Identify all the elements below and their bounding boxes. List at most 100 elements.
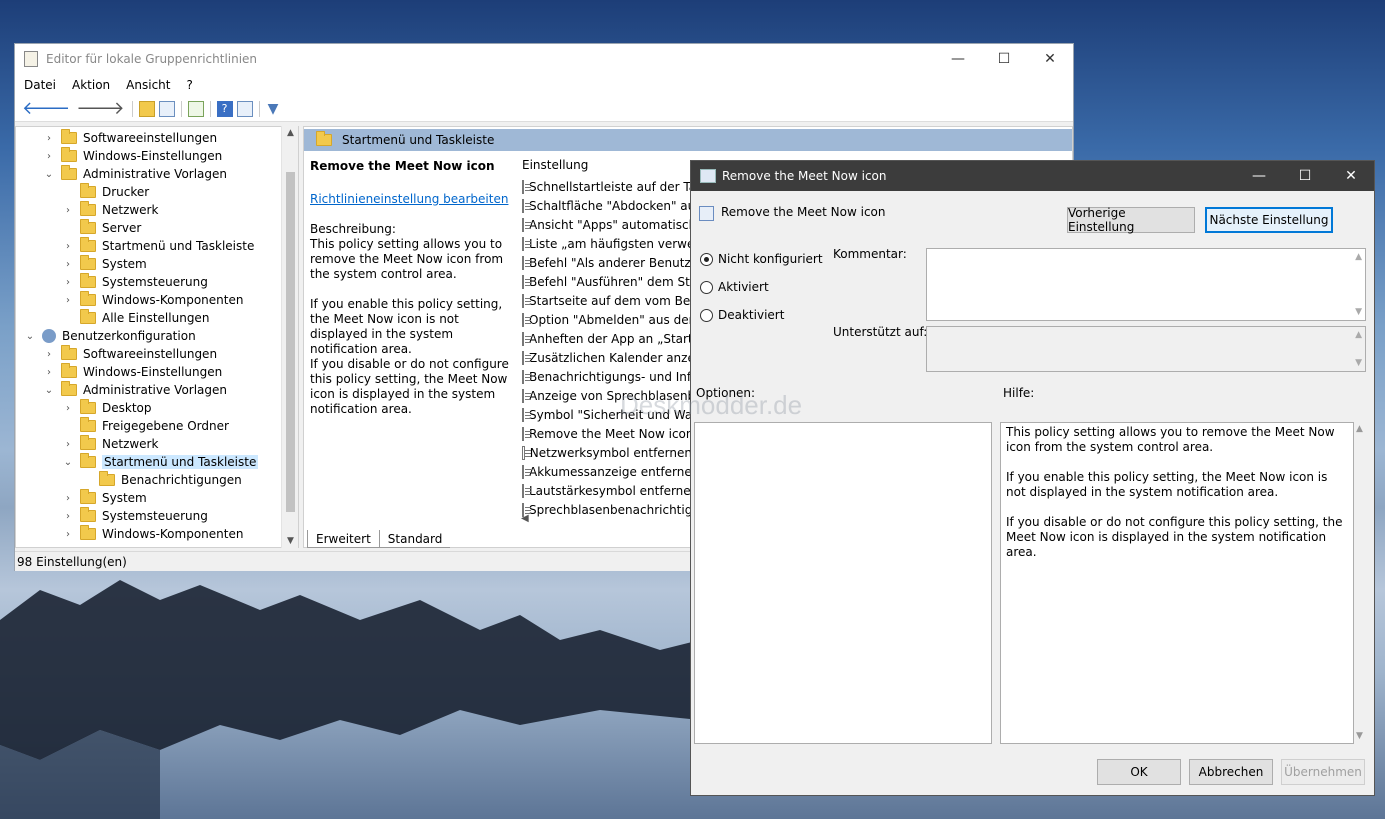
chevron-right-icon[interactable]: ›	[62, 511, 74, 522]
radio-disabled[interactable]: Deaktiviert	[700, 308, 784, 322]
cancel-button[interactable]: Abbrechen	[1189, 759, 1273, 785]
ok-button[interactable]: OK	[1097, 759, 1181, 785]
dialog-maximize-icon[interactable]: ☐	[1282, 161, 1328, 191]
menu-aktion[interactable]: Aktion	[72, 78, 110, 92]
chevron-right-icon[interactable]: ›	[62, 529, 74, 540]
tree-item[interactable]: › Systemsteuerung	[62, 507, 208, 525]
dialog-minimize-icon[interactable]: —	[1236, 161, 1282, 191]
forward-arrow-icon[interactable]: 🡒	[76, 98, 124, 119]
chevron-down-icon[interactable]: ⌄	[62, 457, 74, 468]
comment-field[interactable]: ▲ ▼	[926, 248, 1366, 321]
tree-item[interactable]: ⌄ Administrative Vorlagen	[43, 165, 227, 183]
tree-item[interactable]: › Windows-Komponenten	[62, 525, 243, 543]
tree-item[interactable]: › Startmenü und Taskleiste	[62, 237, 254, 255]
chevron-right-icon[interactable]: ›	[62, 277, 74, 288]
setting-list-item[interactable]: Option "Abmelden" aus dem	[522, 310, 692, 329]
filter-icon[interactable]: ▼	[268, 101, 279, 117]
previous-setting-button[interactable]: Vorherige Einstellung	[1067, 206, 1195, 234]
up-folder-icon[interactable]	[138, 100, 155, 117]
tree-item[interactable]: Server	[62, 219, 141, 237]
list-hscroll-left-icon[interactable]: ◀	[521, 513, 529, 524]
tab-erweitert[interactable]: Erweitert	[307, 530, 380, 548]
edit-policy-link[interactable]: Richtlinieneinstellung bearbeiten	[310, 192, 508, 206]
chevron-right-icon[interactable]: ›	[62, 403, 74, 414]
dialog-titlebar[interactable]: Remove the Meet Now icon — ☐ ✕	[691, 161, 1374, 191]
chevron-down-icon[interactable]: ⌄	[43, 169, 55, 180]
tree-item[interactable]: Benachrichtigungen	[81, 471, 242, 489]
list-column-header[interactable]: Einstellung	[522, 158, 588, 172]
chevron-right-icon[interactable]: ›	[62, 259, 74, 270]
maximize-icon[interactable]: ☐	[981, 44, 1027, 74]
chevron-down-icon[interactable]: ⌄	[24, 331, 36, 342]
tree-item[interactable]: › Windows-Komponenten	[62, 291, 243, 309]
tree-item[interactable]: › Desktop	[62, 399, 152, 417]
tree-item[interactable]: › Netzwerk	[62, 435, 158, 453]
setting-list-item[interactable]: Befehl "Ausführen" dem Start	[522, 272, 692, 291]
help-scroll-up-icon[interactable]: ▲	[1356, 424, 1363, 434]
chevron-right-icon[interactable]: ›	[62, 493, 74, 504]
dialog-close-icon[interactable]: ✕	[1328, 161, 1374, 191]
setting-list-item[interactable]: Liste „am häufigsten verwendet	[522, 234, 692, 253]
tree-item[interactable]: ⌄ Benutzerkonfiguration	[24, 327, 196, 345]
tree-item[interactable]: › Windows-Einstellungen	[43, 147, 222, 165]
next-setting-button[interactable]: Nächste Einstellung	[1205, 207, 1333, 233]
menu-datei[interactable]: Datei	[24, 78, 56, 92]
minimize-icon[interactable]: —	[935, 44, 981, 74]
radio-circle[interactable]	[700, 280, 713, 294]
back-arrow-icon[interactable]: 🡐	[22, 98, 70, 119]
chevron-right-icon[interactable]: ›	[43, 133, 55, 144]
setting-list-item[interactable]: Startseite auf dem vom Benutzer	[522, 291, 692, 310]
tree-item[interactable]: ⌄ Administrative Vorlagen	[43, 381, 227, 399]
chevron-down-icon[interactable]: ⌄	[43, 385, 55, 396]
chevron-right-icon[interactable]: ›	[62, 205, 74, 216]
gpedit-titlebar[interactable]: Editor für lokale Gruppenrichtlinien — ☐…	[15, 44, 1073, 74]
close-icon[interactable]: ✕	[1027, 44, 1073, 74]
tree-item[interactable]: Alle Einstellungen	[62, 309, 209, 327]
setting-list-item[interactable]: Sprechblasenbenachrichtigun	[522, 500, 692, 519]
export-list-icon[interactable]	[187, 100, 204, 117]
setting-list-item[interactable]: Ansicht "Apps" automatisch	[522, 215, 692, 234]
tree-item[interactable]: › Systemsteuerung	[62, 273, 208, 291]
show-hide-tree-icon[interactable]	[158, 100, 175, 117]
chevron-right-icon[interactable]: ›	[62, 439, 74, 450]
setting-list-item[interactable]: Befehl "Als anderer Benutzer	[522, 253, 692, 272]
supported-scroll-up-icon[interactable]: ▲	[1355, 330, 1362, 340]
menu-help[interactable]: ?	[186, 78, 192, 92]
chevron-right-icon[interactable]: ›	[62, 295, 74, 306]
tree-item[interactable]: › Softwareeinstellungen	[43, 129, 217, 147]
chevron-right-icon[interactable]: ›	[43, 349, 55, 360]
tab-standard[interactable]: Standard	[379, 530, 451, 548]
setting-list-item[interactable]: Benachrichtigungs- und Info	[522, 367, 692, 386]
radio-circle[interactable]	[700, 308, 713, 322]
tree-item[interactable]: › Softwareeinstellungen	[43, 345, 217, 363]
radio-circle[interactable]	[700, 252, 713, 266]
chevron-right-icon[interactable]: ›	[43, 151, 55, 162]
setting-list-item[interactable]: Akkumessanzeige entfernen	[522, 462, 692, 481]
chevron-right-icon[interactable]: ›	[62, 241, 74, 252]
setting-list-item[interactable]: Zusätzlichen Kalender anzeigen	[522, 348, 692, 367]
scroll-up-icon[interactable]: ▲	[282, 128, 299, 138]
tree-item[interactable]: ⌄ Startmenü und Taskleiste	[62, 453, 259, 471]
radio-enabled[interactable]: Aktiviert	[700, 280, 769, 294]
menu-ansicht[interactable]: Ansicht	[126, 78, 170, 92]
setting-list-item[interactable]: Netzwerksymbol entfernen	[522, 443, 692, 462]
tree-scrollbar[interactable]: ▲ ▼	[281, 126, 298, 548]
apply-button[interactable]: Übernehmen	[1281, 759, 1365, 785]
chevron-right-icon[interactable]: ›	[43, 367, 55, 378]
tree-item[interactable]: Freigegebene Ordner	[62, 417, 229, 435]
help-icon[interactable]: ?	[216, 100, 233, 117]
radio-not-configured[interactable]: Nicht konfiguriert	[700, 252, 823, 266]
scroll-down-icon[interactable]: ▼	[282, 536, 299, 546]
properties-icon[interactable]	[236, 100, 253, 117]
tree-item[interactable]: › System	[62, 255, 147, 273]
tree-item[interactable]: › Windows-Einstellungen	[43, 363, 222, 381]
tree-scroll-thumb[interactable]	[286, 172, 295, 512]
setting-list-item[interactable]: Schaltfläche "Abdocken" aus	[522, 196, 692, 215]
setting-list-item[interactable]: Schnellstartleiste auf der Taskleiste	[522, 177, 692, 196]
setting-list-item[interactable]: Lautstärkesymbol entfernen	[522, 481, 692, 500]
tree-item[interactable]: › System	[62, 489, 147, 507]
comment-scroll-up-icon[interactable]: ▲	[1355, 252, 1362, 262]
comment-scroll-down-icon[interactable]: ▼	[1355, 307, 1362, 317]
tree-item[interactable]: Drucker	[62, 183, 149, 201]
setting-list-item[interactable]: Remove the Meet Now icon	[522, 424, 692, 443]
